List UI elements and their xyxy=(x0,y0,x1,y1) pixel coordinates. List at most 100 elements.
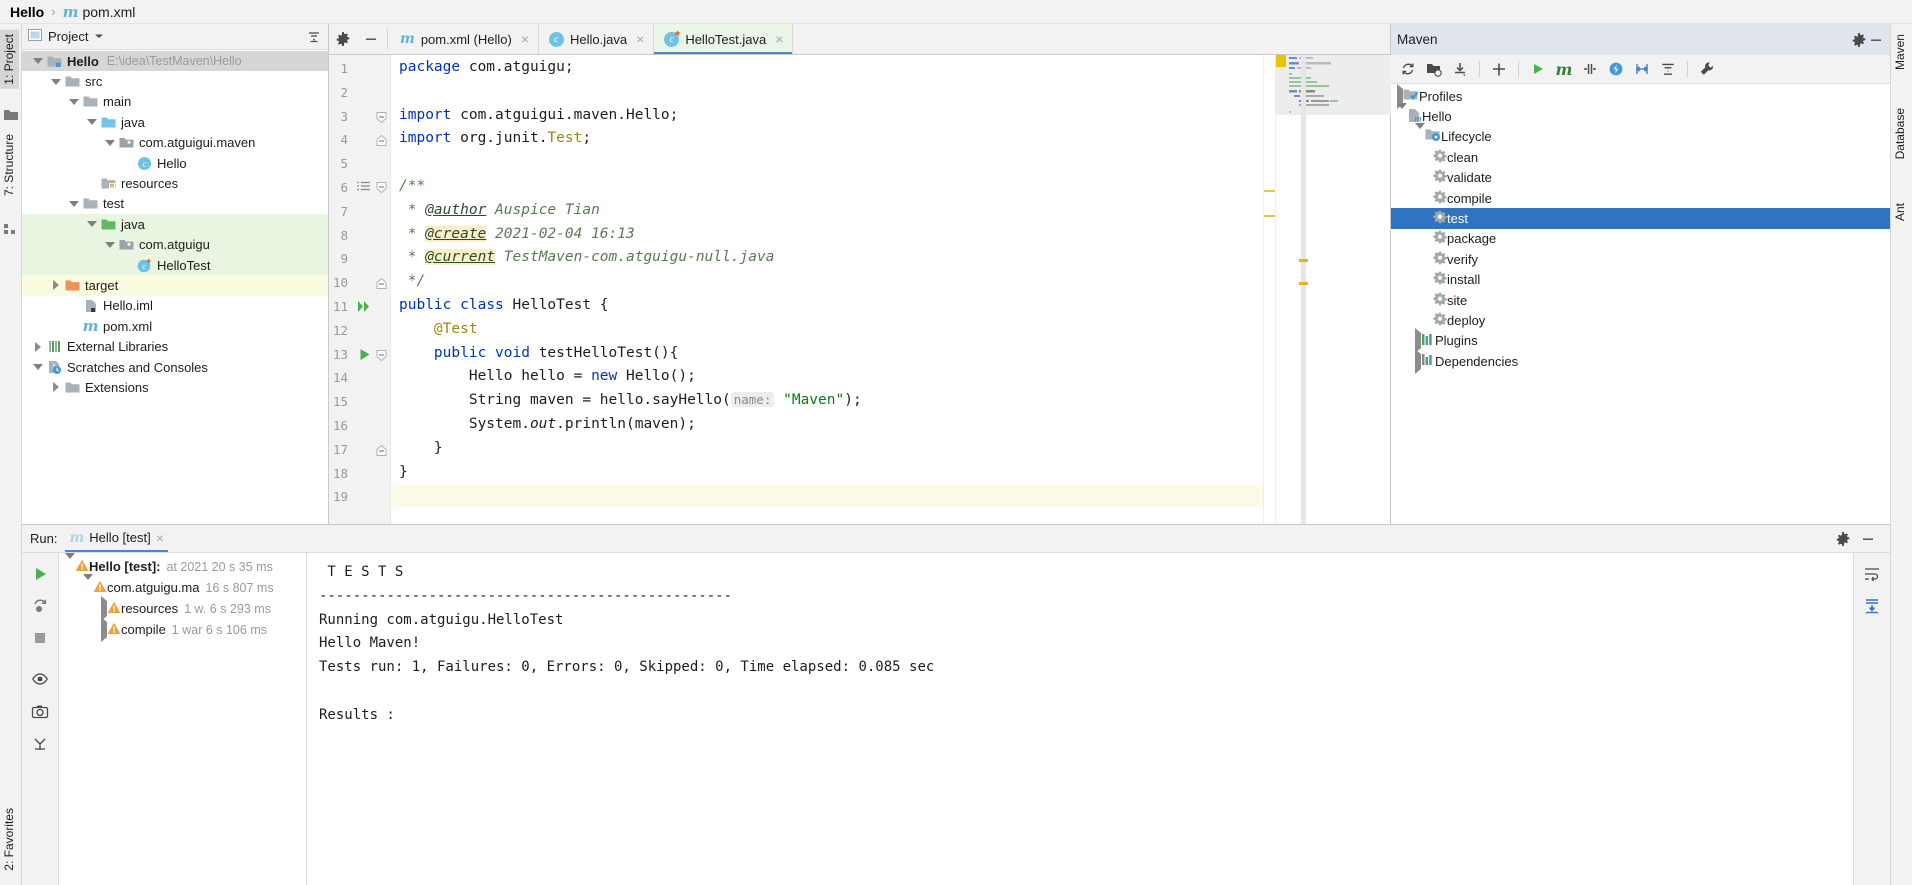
close-icon[interactable]: × xyxy=(156,530,164,546)
project-tree-item[interactable]: com.atguigui.maven xyxy=(22,133,328,153)
tree-expand-arrow[interactable] xyxy=(30,341,46,352)
maven-tree-item[interactable]: Plugins xyxy=(1391,328,1890,354)
tree-expand-arrow[interactable] xyxy=(102,241,118,248)
editor-minimap[interactable] xyxy=(1275,55,1391,524)
tree-expand-arrow[interactable] xyxy=(84,221,100,228)
project-tree-item[interactable]: c Hello xyxy=(22,153,328,173)
project-tree-item[interactable]: java xyxy=(22,112,328,132)
tree-expand-arrow[interactable] xyxy=(48,78,64,85)
tree-expand-arrow[interactable] xyxy=(66,98,82,105)
tree-expand-arrow[interactable] xyxy=(30,364,46,371)
fold-javadoc-icon[interactable] xyxy=(376,181,387,196)
maven-tree-item[interactable]: validate xyxy=(1391,168,1890,188)
project-tree-item[interactable]: External Libraries xyxy=(22,336,328,356)
maven-tree-item[interactable]: deploy xyxy=(1391,310,1890,330)
maven-tree-item[interactable]: site xyxy=(1391,290,1890,310)
sidebar-item-ant[interactable]: Ant xyxy=(1890,199,1910,225)
project-tree-item[interactable]: main xyxy=(22,92,328,112)
sidebar-item-favorites[interactable]: 2: Favorites xyxy=(0,804,19,875)
maven-tree[interactable]: Profiles m Hello Lifecycle clean validate comp… xyxy=(1391,84,1890,524)
tree-expand-arrow[interactable] xyxy=(65,553,75,574)
maven-tree-item[interactable]: Lifecycle xyxy=(1391,123,1890,147)
run-console-output[interactable]: T E S T S -------------------------------… xyxy=(307,553,1853,885)
close-icon[interactable]: × xyxy=(521,31,529,47)
project-tree-item[interactable]: test xyxy=(22,194,328,214)
rerun-failed-icon[interactable] xyxy=(31,597,50,616)
tab-hello-java[interactable]: c Hello.java × xyxy=(539,24,655,54)
run-tree-item[interactable]: compile 1 war 6 s 106 ms xyxy=(59,617,306,642)
rerun-icon[interactable] xyxy=(31,565,50,584)
project-tree-item[interactable]: > Scratches and Consoles xyxy=(22,357,328,377)
tree-expand-arrow[interactable] xyxy=(66,200,82,207)
sidebar-item-database[interactable]: Database xyxy=(1890,104,1910,163)
tree-expand-arrow[interactable] xyxy=(1397,103,1407,125)
run-maven-build-icon[interactable] xyxy=(1527,58,1549,80)
project-tree[interactable]: Hello E:\idea\TestMaven\Hello src main java c… xyxy=(22,50,328,524)
maven-tree-item[interactable]: package xyxy=(1391,229,1890,249)
editor-gutter[interactable]: 1 2 3 4 5 6 7 8 9 10 11 12 13 14 15 16 17 18 19 xyxy=(329,55,391,524)
run-all-tests-icon[interactable] xyxy=(357,300,371,316)
code-content[interactable]: package com.atguigu; import com.atguigui.… xyxy=(391,55,1263,524)
generate-sources-icon[interactable] xyxy=(1423,58,1445,80)
toggle-auto-test-icon[interactable] xyxy=(31,671,50,690)
run-hide-icon[interactable] xyxy=(1859,530,1876,547)
project-tree-item[interactable]: Hello.iml xyxy=(22,296,328,316)
project-tree-item[interactable]: java xyxy=(22,214,328,235)
editor-body[interactable]: 1 2 3 4 5 6 7 8 9 10 11 12 13 14 15 16 17 18 19 package co… xyxy=(329,55,1391,524)
maven-tree-item[interactable]: verify xyxy=(1391,249,1890,269)
chevron-down-icon[interactable] xyxy=(94,29,104,44)
breadcrumb-file[interactable]: pom.xml xyxy=(82,4,135,20)
editor-marker-bar[interactable] xyxy=(1263,55,1276,524)
run-tree-item[interactable]: Hello [test]: at 2021 20 s 35 ms xyxy=(59,553,306,577)
collapse-all-icon[interactable] xyxy=(305,28,322,45)
maven-tree-item[interactable]: compile xyxy=(1391,188,1890,208)
maven-tree-item[interactable]: Dependencies xyxy=(1391,348,1890,374)
run-tree-item[interactable]: com.atguigu.ma 16 s 807 ms xyxy=(59,574,306,598)
project-tree-item[interactable]: src xyxy=(22,71,328,91)
tree-expand-arrow[interactable] xyxy=(84,119,100,126)
wrap-text-icon[interactable] xyxy=(1863,565,1882,584)
fold-method-end-icon[interactable] xyxy=(376,444,387,459)
format-block-icon[interactable] xyxy=(357,181,370,196)
maven-tree-item[interactable]: m Hello xyxy=(1391,103,1890,126)
fold-javadoc-end-icon[interactable] xyxy=(376,277,387,292)
close-icon[interactable]: × xyxy=(636,31,644,47)
download-sources-icon[interactable] xyxy=(1449,58,1471,80)
tree-expand-arrow[interactable] xyxy=(30,58,46,65)
reload-all-projects-icon[interactable] xyxy=(1397,58,1419,80)
close-icon[interactable]: × xyxy=(775,31,783,47)
maven-hide-icon[interactable] xyxy=(1867,31,1884,48)
pin-icon[interactable] xyxy=(31,735,50,754)
maven-tree-item[interactable]: install xyxy=(1391,270,1890,290)
tab-pom-xml[interactable]: m pom.xml (Hello) × xyxy=(390,24,540,54)
run-settings-gear-icon[interactable] xyxy=(1834,530,1851,547)
tab-hellotest-java[interactable]: c HelloTest.java × xyxy=(654,24,794,54)
project-tree-item[interactable]: Hello E:\idea\TestMaven\Hello xyxy=(22,51,328,72)
run-tree-item[interactable]: resources 1 w. 6 s 293 ms xyxy=(59,596,306,621)
screenshot-icon[interactable] xyxy=(31,703,50,722)
editor-settings-gear-icon[interactable] xyxy=(329,24,357,54)
run-tab-hello-test[interactable]: m Hello [test] × xyxy=(65,525,168,552)
breadcrumb-project[interactable]: Hello xyxy=(10,4,44,20)
project-tree-item[interactable]: resources xyxy=(22,173,328,193)
fold-method-icon[interactable] xyxy=(376,349,387,364)
sidebar-item-maven[interactable]: Maven xyxy=(1890,30,1910,74)
editor-hide-icon[interactable] xyxy=(357,24,385,54)
scrollbar-track[interactable] xyxy=(1301,55,1306,524)
show-dependencies-icon[interactable] xyxy=(1631,58,1653,80)
project-tree-item[interactable]: m pom.xml xyxy=(22,316,328,336)
add-maven-project-icon[interactable] xyxy=(1488,58,1510,80)
maven-tree-item[interactable]: Profiles xyxy=(1391,84,1890,109)
run-test-icon[interactable] xyxy=(359,348,371,364)
run-result-tree[interactable]: Hello [test]: at 2021 20 s 35 ms com.atgui… xyxy=(59,553,307,885)
tree-expand-arrow[interactable] xyxy=(83,574,93,595)
warning-marker[interactable] xyxy=(1299,282,1308,285)
project-tree-item[interactable]: Extensions xyxy=(22,377,328,397)
collapse-all-icon[interactable] xyxy=(1657,58,1679,80)
scroll-to-end-icon[interactable] xyxy=(1863,597,1882,616)
maven-tree-item[interactable]: clean xyxy=(1391,147,1890,167)
tree-expand-arrow[interactable] xyxy=(1415,123,1425,145)
sidebar-item-structure[interactable]: 7: Structure xyxy=(0,130,19,200)
maven-settings-gear-icon[interactable] xyxy=(1850,31,1867,48)
tree-expand-arrow[interactable] xyxy=(48,280,64,291)
